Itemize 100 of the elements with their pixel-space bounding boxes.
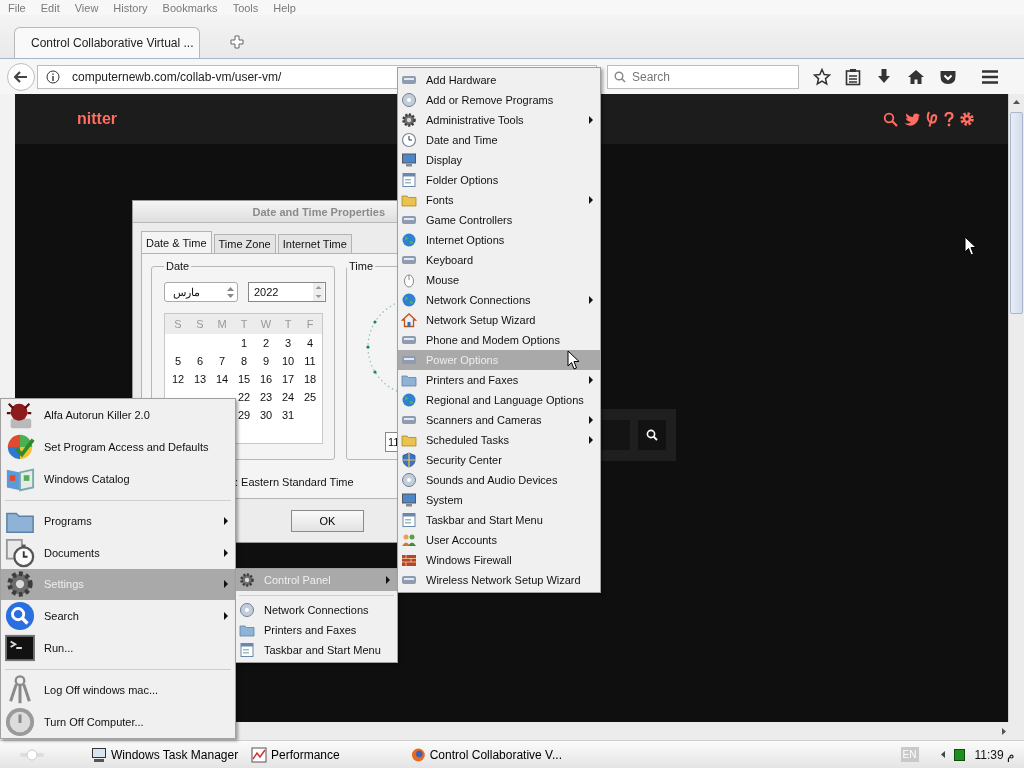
menu-bar-item[interactable]: Edit bbox=[40, 1, 60, 14]
right-arrow-icon[interactable] bbox=[1002, 727, 1006, 735]
calendar-day[interactable]: 5 bbox=[167, 355, 189, 367]
gear-icon bbox=[5, 569, 35, 600]
scrollbar[interactable] bbox=[1008, 94, 1024, 722]
calendar-day[interactable]: 6 bbox=[189, 355, 211, 367]
calendar-day[interactable]: 14 bbox=[211, 373, 233, 385]
menu-item[interactable]: Administrative Tools bbox=[398, 110, 600, 130]
calendar-day[interactable]: 23 bbox=[255, 391, 277, 403]
tab[interactable]: Date & Time bbox=[141, 231, 212, 253]
calendar-day[interactable]: 8 bbox=[233, 355, 255, 367]
menu-bar-item[interactable]: View bbox=[74, 1, 99, 14]
bird-icon[interactable] bbox=[903, 111, 920, 127]
calendar-day[interactable]: 12 bbox=[167, 373, 189, 385]
taskbar-button[interactable]: Performance bbox=[249, 743, 404, 766]
home-icon[interactable] bbox=[907, 67, 925, 86]
menu-item[interactable]: Keyboard bbox=[398, 250, 600, 270]
taskbar-button[interactable]: Control Collaborative V... bbox=[409, 743, 564, 766]
calendar-day[interactable]: 16 bbox=[255, 373, 277, 385]
help-icon[interactable] bbox=[944, 111, 954, 127]
menu-item[interactable]: Scanners and Cameras bbox=[398, 410, 600, 430]
year-field[interactable]: 2022 bbox=[248, 282, 326, 302]
menu-item[interactable]: Network Setup Wizard bbox=[398, 310, 600, 330]
menu-item[interactable]: Wireless Network Setup Wizard bbox=[398, 570, 600, 590]
menu-item[interactable]: Add Hardware bbox=[398, 70, 600, 90]
menu-item[interactable]: Network Connections bbox=[398, 290, 600, 310]
calendar-day[interactable]: 10 bbox=[277, 355, 299, 367]
menu-item[interactable]: Game Controllers bbox=[398, 210, 600, 230]
menu-item[interactable]: Display bbox=[398, 150, 600, 170]
menu-item[interactable]: Mouse bbox=[398, 270, 600, 290]
menu-item[interactable]: Taskbar and Start Menu bbox=[236, 640, 397, 660]
calendar-day[interactable]: 4 bbox=[299, 337, 321, 349]
calendar-day[interactable]: 13 bbox=[189, 373, 211, 385]
menu-item[interactable]: Phone and Modem Options bbox=[398, 330, 600, 350]
tray-icon[interactable] bbox=[953, 748, 965, 761]
calendar-day[interactable]: 2 bbox=[255, 337, 277, 349]
calendar-day[interactable]: 3 bbox=[277, 337, 299, 349]
search-icon[interactable] bbox=[883, 111, 898, 127]
calendar-day[interactable]: 1 bbox=[233, 337, 255, 349]
calendar-day[interactable]: 29 bbox=[233, 409, 255, 421]
ok-button[interactable]: OK bbox=[291, 510, 364, 532]
menu-item[interactable]: Windows Catalog bbox=[1, 462, 235, 495]
calendar-day[interactable]: 22 bbox=[233, 391, 255, 403]
spinner-icon[interactable] bbox=[227, 286, 234, 298]
menu-item[interactable]: Network Connections bbox=[236, 600, 397, 620]
menu-item[interactable]: Date and Time bbox=[398, 130, 600, 150]
menu-item[interactable]: Taskbar and Start Menu bbox=[398, 510, 600, 530]
tab[interactable]: Time Zone bbox=[213, 234, 276, 253]
calendar-day[interactable]: 15 bbox=[233, 373, 255, 385]
menu-item[interactable]: Regional and Language Options bbox=[398, 390, 600, 410]
site-logo[interactable]: nitter bbox=[77, 110, 117, 128]
up-arrow-icon[interactable] bbox=[1013, 100, 1020, 104]
search-button[interactable] bbox=[638, 420, 666, 450]
menu-item[interactable]: Search bbox=[1, 600, 235, 633]
menu-item[interactable]: Log Off windows mac... bbox=[1, 674, 235, 707]
calendar-day[interactable]: 24 bbox=[277, 391, 299, 403]
tab[interactable]: Internet Time bbox=[277, 234, 352, 253]
calendar-day[interactable]: 30 bbox=[255, 409, 277, 421]
menu-item[interactable]: Alfa Autorun Killer 2.0 bbox=[1, 399, 235, 431]
menu-item[interactable]: Sounds and Audio Devices bbox=[398, 470, 600, 490]
menu-item[interactable]: Windows Firewall bbox=[398, 550, 600, 570]
menu-item[interactable]: Set Program Access and Defaults bbox=[1, 430, 235, 463]
menu-item[interactable]: Internet Options bbox=[398, 230, 600, 250]
calendar-day[interactable]: 9 bbox=[255, 355, 277, 367]
tray-arrow-icon[interactable] bbox=[940, 751, 945, 758]
menu-item[interactable]: Scheduled Tasks bbox=[398, 430, 600, 450]
browser-tab[interactable]: Control Collaborative Virtual ... bbox=[14, 27, 200, 58]
menu-item[interactable]: Folder Options bbox=[398, 170, 600, 190]
month-dropdown[interactable]: مارس bbox=[164, 282, 238, 302]
menu-bar-item[interactable]: Tools bbox=[232, 1, 259, 14]
clipboard-icon[interactable] bbox=[845, 67, 861, 86]
calendar-day[interactable]: 7 bbox=[211, 355, 233, 367]
menu-item[interactable]: Documents bbox=[1, 536, 235, 569]
menu-item[interactable]: Add or Remove Programs bbox=[398, 90, 600, 110]
curl-icon[interactable] bbox=[925, 111, 939, 127]
menu-item[interactable]: Security Center bbox=[398, 450, 600, 470]
menu-bar-item[interactable]: History bbox=[113, 1, 148, 14]
menu-bar-item[interactable]: Help bbox=[273, 1, 296, 14]
menu-icon[interactable] bbox=[981, 68, 999, 85]
calendar-day[interactable]: 18 bbox=[299, 373, 321, 385]
menu-bar-item[interactable]: Bookmarks bbox=[162, 1, 218, 14]
menu-item[interactable]: Programs bbox=[1, 504, 235, 537]
menu-item[interactable]: Fonts bbox=[398, 190, 600, 210]
search-field[interactable]: Search bbox=[607, 64, 799, 89]
menu-item[interactable]: Turn Off Computer... bbox=[1, 706, 235, 739]
menu-item[interactable]: User Accounts bbox=[398, 530, 600, 550]
menu-item[interactable]: Printers and Faxes bbox=[236, 620, 397, 640]
menu-item[interactable]: System bbox=[398, 490, 600, 510]
calendar-day[interactable]: 31 bbox=[277, 409, 299, 421]
calendar-day[interactable]: 11 bbox=[299, 355, 321, 367]
menu-item[interactable]: Printers and Faxes bbox=[398, 370, 600, 390]
back-button[interactable] bbox=[7, 62, 35, 91]
star-icon[interactable] bbox=[813, 67, 831, 86]
menu-bar-item[interactable]: File bbox=[8, 1, 26, 14]
menu-item[interactable]: Run... bbox=[1, 632, 235, 665]
taskbar-button[interactable]: Windows Task Manager bbox=[89, 743, 244, 766]
calendar-day[interactable]: 17 bbox=[277, 373, 299, 385]
new-tab-icon[interactable] bbox=[230, 35, 244, 49]
calendar-day[interactable]: 25 bbox=[299, 391, 321, 403]
settings-icon[interactable] bbox=[959, 111, 975, 127]
